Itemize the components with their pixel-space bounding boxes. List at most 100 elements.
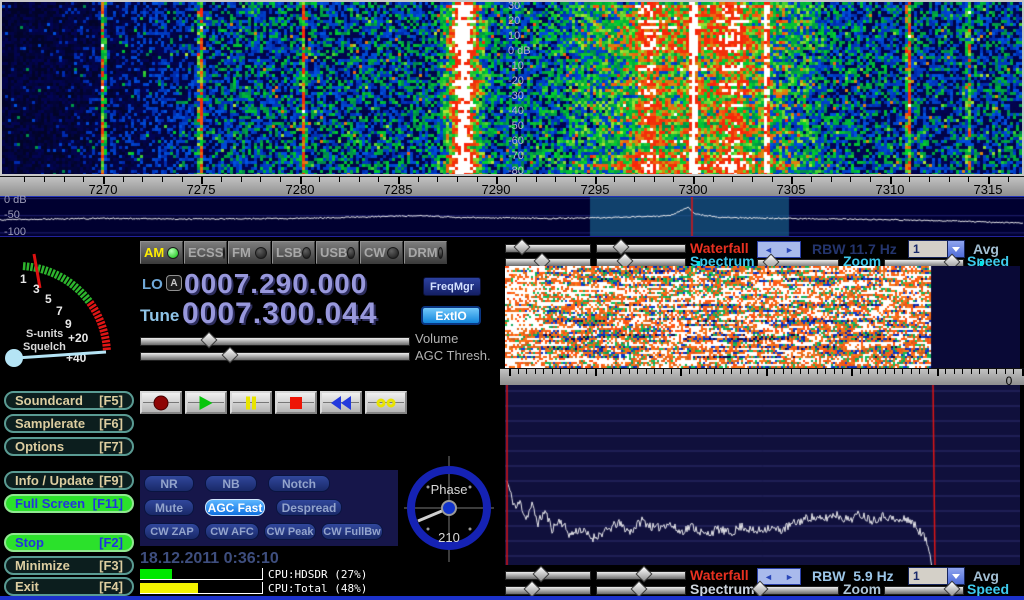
lo-frequency-display[interactable]: 0007.290.000 (184, 268, 367, 300)
scale-tick (663, 369, 664, 374)
transport-glyph-icon (290, 397, 302, 409)
scale-tick (260, 177, 261, 182)
slider-knob[interactable] (524, 581, 541, 598)
audio-waterfall-display[interactable] (505, 266, 1020, 368)
spec-contrast-slider-bottom[interactable] (596, 586, 686, 595)
side-button[interactable]: Minimize [F3] (4, 556, 134, 575)
extio-button[interactable]: ExtIO (421, 306, 481, 325)
tune-frequency-display[interactable]: 0007.300.044 (182, 297, 378, 331)
mode-button[interactable]: CW (360, 241, 403, 264)
side-button[interactable]: Info / Update [F9] (4, 471, 134, 490)
dsp-button[interactable]: Mute (144, 499, 194, 516)
scale-tick (182, 177, 183, 182)
zoom-slider-bottom[interactable] (757, 586, 839, 595)
wf-contrast-slider-bottom[interactable] (596, 571, 686, 580)
scale-tick (654, 177, 655, 182)
audio-frequency-scale[interactable]: 010002000300040005000 (500, 368, 1024, 385)
side-button[interactable]: Exit [F4] (4, 577, 134, 596)
s-meter[interactable]: 1 3 5 7 9 +20 +40 S-units Squelch (0, 240, 138, 390)
scale-tick (937, 369, 939, 376)
side-button-hotkey: [F6] (99, 416, 123, 431)
spin-right-icon[interactable]: ► (785, 572, 794, 582)
speed-slider-bottom[interactable] (884, 586, 964, 595)
mode-label: ECSS (188, 245, 223, 260)
rf-spectrum-panel[interactable]: 0 dB-50-100 (0, 196, 1024, 237)
dsp-button[interactable]: Notch (268, 475, 330, 492)
agc-slider-knob[interactable] (222, 347, 239, 364)
wf-brightness-slider-top[interactable] (505, 244, 591, 253)
mode-button[interactable]: DRM (404, 241, 447, 264)
mode-button[interactable]: ECSS (184, 241, 227, 264)
scale-tick (919, 369, 920, 374)
s-meter-tick-9: 9 (65, 317, 72, 331)
phase-indicator[interactable]: Phase 210 (404, 452, 496, 570)
spin-right-icon[interactable]: ► (785, 245, 794, 255)
rbw-spinner-top[interactable]: ◄ ► (757, 241, 801, 258)
cpu-label: CPU:Total (48%) (268, 582, 367, 595)
dsp-button[interactable]: NB (205, 475, 257, 492)
dsp-button[interactable]: AGC Fast (205, 499, 265, 516)
transport-button[interactable] (185, 391, 227, 414)
side-button[interactable]: Soundcard [F5] (4, 391, 134, 410)
scale-tick (671, 369, 672, 374)
side-button-hotkey: [F9] (99, 473, 123, 488)
side-button[interactable]: Full Screen [F11] (4, 494, 134, 513)
slider-knob[interactable] (532, 566, 549, 583)
scale-tick (595, 177, 597, 184)
dsp-button[interactable]: CW ZAP (144, 523, 200, 540)
volume-slider-knob[interactable] (201, 332, 218, 349)
transport-button[interactable] (140, 391, 182, 414)
rbw-spinner-bottom[interactable]: ◄ ► (757, 568, 801, 585)
slider-knob[interactable] (631, 581, 648, 598)
audio-spectrum-display[interactable] (505, 385, 1020, 565)
side-button[interactable]: Samplerate [F6] (4, 414, 134, 433)
avg-dropdown-bottom[interactable]: 1 (908, 567, 965, 585)
audio-db-label: -10 (508, 60, 524, 72)
dsp-button[interactable]: CW Peak (264, 523, 316, 540)
lo-auto-badge[interactable]: A (166, 275, 182, 291)
audio-db-label: 10 (508, 30, 520, 42)
side-button-label: Options (15, 439, 64, 454)
freqmgr-button[interactable]: FreqMgr (423, 277, 481, 296)
slider-knob[interactable] (612, 239, 629, 256)
dsp-button[interactable]: NR (144, 475, 194, 492)
side-button-hotkey: [F7] (99, 439, 123, 454)
spectrum-label-bottom: Spectrum (690, 581, 755, 597)
slider-knob[interactable] (514, 239, 531, 256)
audio-db-label: -60 (508, 135, 524, 147)
rf-spectrum-display[interactable] (0, 197, 1024, 236)
rf-waterfall-display[interactable] (2, 2, 1022, 174)
spec-brightness-slider-bottom[interactable] (505, 586, 591, 595)
wf-contrast-slider-top[interactable] (596, 244, 686, 253)
spin-left-icon[interactable]: ◄ (764, 245, 773, 255)
side-button[interactable]: Stop [F2] (4, 533, 134, 552)
transport-button[interactable] (275, 391, 317, 414)
mode-label: USB (320, 245, 347, 260)
scale-tick (706, 369, 707, 374)
audio-db-label: -80 (508, 165, 524, 177)
rf-frequency-scale[interactable]: 7270727572807285729072957300730573107315 (0, 176, 1024, 196)
side-button[interactable]: Options [F7] (4, 437, 134, 456)
transport-button[interactable] (365, 391, 407, 414)
transport-button[interactable] (230, 391, 272, 414)
scale-tick (44, 177, 45, 182)
avg-dropdown-top[interactable]: 1 (908, 240, 965, 258)
wf-brightness-slider-bottom[interactable] (505, 571, 591, 580)
transport-glyph-icon (246, 396, 256, 409)
scale-tick (586, 369, 587, 374)
agc-threshold-slider[interactable] (140, 352, 410, 361)
dsp-button[interactable]: Despread (276, 499, 342, 516)
dsp-button[interactable]: CW AFC (205, 523, 259, 540)
squelch-handle[interactable] (5, 349, 23, 367)
dsp-button[interactable]: CW FullBw (321, 523, 383, 540)
scale-tick (646, 369, 647, 374)
mode-button[interactable]: LSB (272, 241, 315, 264)
transport-button[interactable] (320, 391, 362, 414)
mode-button[interactable]: AM (140, 241, 183, 264)
side-button-label: Info / Update (15, 473, 94, 488)
volume-slider[interactable] (140, 337, 410, 346)
spin-left-icon[interactable]: ◄ (764, 572, 773, 582)
scale-tick (162, 177, 163, 182)
mode-button[interactable]: USB (316, 241, 359, 264)
mode-button[interactable]: FM (228, 241, 271, 264)
